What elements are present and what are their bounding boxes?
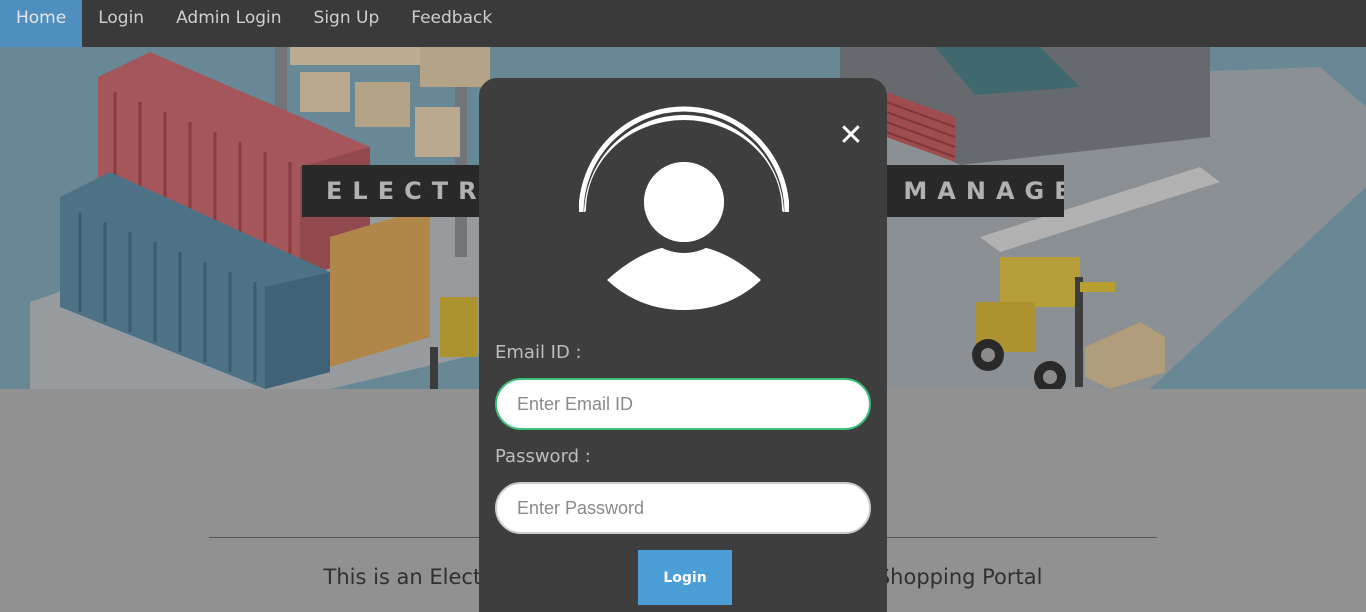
email-label: Email ID : [495,342,582,363]
login-button[interactable]: Login [638,550,732,605]
nav-login[interactable]: Login [82,0,160,47]
password-label: Password : [495,446,591,467]
close-icon[interactable]: ✕ [835,118,867,154]
password-input[interactable] [495,482,871,534]
user-avatar-icon [579,106,789,310]
nav-feedback[interactable]: Feedback [395,0,508,47]
nav-admin-login[interactable]: Admin Login [160,0,297,47]
nav-sign-up[interactable]: Sign Up [298,0,396,47]
login-modal: ✕ Email ID : Password : Login [479,78,887,612]
email-input[interactable] [495,378,871,430]
nav-home[interactable]: Home [0,0,83,47]
top-navbar: Home Login Admin Login Sign Up Feedback [0,0,1366,47]
